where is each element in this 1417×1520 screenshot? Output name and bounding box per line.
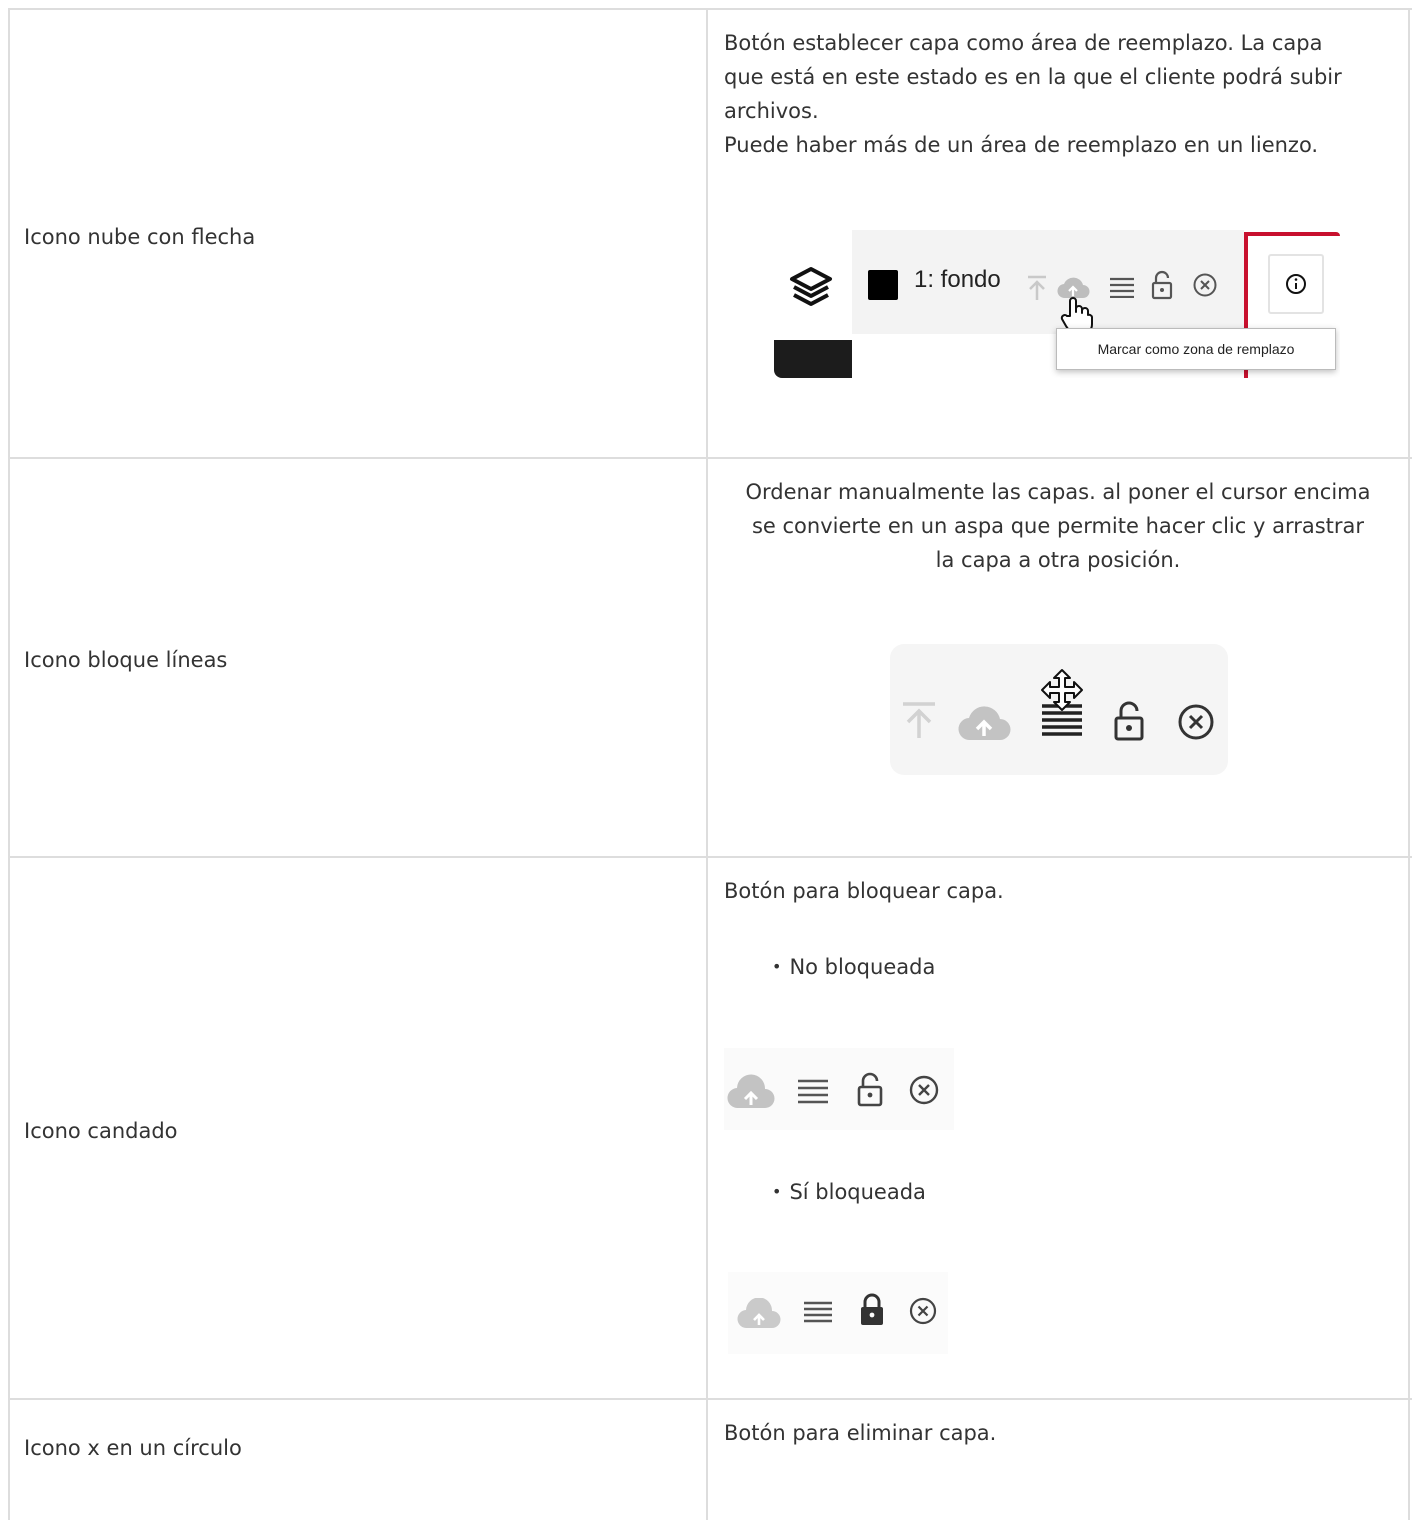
row-label: Icono candado <box>24 1119 178 1143</box>
table-cell-description: Botón establecer capa como área de reemp… <box>708 10 1410 457</box>
list-item: Sí bloqueada <box>772 1177 925 1209</box>
table-row: Icono bloque líneas Ordenar manualmente … <box>10 459 1412 858</box>
delete-circle-x-icon <box>909 1297 937 1325</box>
layer-row <box>852 230 1244 334</box>
cloud-upload-icon <box>958 706 1011 741</box>
table-cell-description: Botón para eliminar capa. <box>708 1400 1410 1520</box>
table-cell-description: Ordenar manualmente las capas. al poner … <box>708 459 1410 856</box>
tooltip: Marcar como zona de remplazo <box>1056 328 1336 370</box>
unlocked-padlock-icon <box>1151 270 1173 300</box>
description-line: Ordenar manualmente las capas. al poner … <box>745 480 1371 504</box>
unlocked-padlock-icon <box>1114 701 1144 741</box>
list-item: No bloqueada <box>772 952 935 984</box>
table-cell-label: Icono nube con flecha <box>10 10 708 457</box>
lines-icon <box>798 1079 828 1104</box>
doc-table: Icono nube con flecha Botón establecer c… <box>8 8 1412 1520</box>
description-line: archivos. <box>724 99 819 123</box>
dark-panel <box>774 340 852 378</box>
info-button[interactable] <box>1268 254 1324 314</box>
row-label: Icono bloque líneas <box>24 648 228 672</box>
delete-circle-x-icon <box>1178 704 1214 740</box>
locked-padlock-icon <box>861 1293 883 1325</box>
layer-actions-screenshot <box>890 644 1228 775</box>
move-to-top-icon <box>903 702 935 738</box>
table-cell-label: Icono bloque líneas <box>10 459 708 856</box>
description-line: Puede haber más de un área de reemplazo … <box>724 133 1319 157</box>
table-cell-label: Icono candado <box>10 858 708 1398</box>
row-label: Icono nube con flecha <box>24 225 256 249</box>
description-line: que está en este estado es en la que el … <box>724 65 1342 89</box>
layer-toolbar-screenshot: 1: fondo Marcar como zona de remplazo <box>774 230 1340 378</box>
drag-lines-move-cursor-icon <box>1041 669 1083 736</box>
table-row: Icono nube con flecha Botón establecer c… <box>10 10 1412 459</box>
cloud-upload-icon <box>727 1074 775 1109</box>
table-row: Icono candado Botón para bloquear capa. … <box>10 858 1412 1400</box>
table-cell-description: Botón para bloquear capa. No bloqueada <box>708 858 1410 1398</box>
table-cell-label: Icono x en un círculo <box>10 1400 708 1520</box>
move-to-top-icon <box>1028 275 1046 300</box>
description-line: Botón para bloquear capa. <box>724 879 1004 903</box>
table-row: Icono x en un círculo Botón para elimina… <box>10 1400 1412 1520</box>
description-line: Botón para eliminar capa. <box>724 1421 997 1445</box>
unlocked-padlock-icon <box>857 1072 883 1107</box>
cloud-upload-icon <box>737 1298 781 1329</box>
lines-icon <box>1110 277 1134 298</box>
row-label: Icono x en un círculo <box>24 1436 242 1460</box>
description-line: la capa a otra posición. <box>935 548 1181 572</box>
info-icon <box>1286 274 1306 294</box>
delete-circle-x-icon <box>1193 273 1217 297</box>
delete-circle-x-icon <box>909 1075 939 1105</box>
unlocked-state-screenshot <box>724 1048 954 1130</box>
lines-icon <box>804 1301 832 1323</box>
description-line: Botón establecer capa como área de reemp… <box>724 31 1323 55</box>
description-line: se convierte en un aspa que permite hace… <box>751 514 1365 538</box>
locked-state-screenshot <box>728 1272 948 1354</box>
layer-color-swatch <box>868 270 898 300</box>
selection-border-top <box>1244 232 1340 236</box>
layer-name: 1: fondo <box>914 266 1001 293</box>
layers-icon <box>790 267 832 306</box>
